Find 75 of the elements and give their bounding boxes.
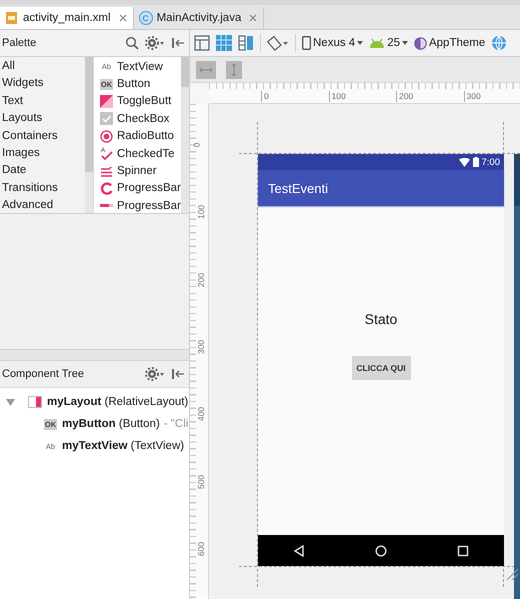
home-icon[interactable] [375,544,387,556]
split-view-icon[interactable] [238,35,254,51]
ruler-label: 200 [396,91,414,102]
battery-icon [472,157,478,167]
tree-item[interactable]: myLayout (RelativeLayout) [0,391,189,413]
ruler-label: 500 [196,474,206,489]
palette-category[interactable]: Transitions [0,180,85,198]
palette-category[interactable]: Widgets [0,75,85,93]
design-view-icon[interactable] [194,35,210,51]
scrollbar-thumb[interactable] [85,57,93,172]
ruler-label: 300 [196,340,206,354]
palette-item[interactable]: ToggleButt [94,92,181,110]
palette-category[interactable]: Text [0,92,85,110]
device-menu[interactable]: Nexus 4 [302,36,364,50]
pin-icon[interactable] [171,367,185,381]
theme-menu[interactable]: AppTheme [414,36,486,50]
phone-icon [302,36,311,50]
close-icon[interactable] [249,14,258,22]
palette-category[interactable]: Advanced [0,197,85,215]
resize-handle-icon[interactable] [505,567,519,581]
palette-item[interactable]: CheckBox [94,110,181,128]
palette-item[interactable]: CheckedTe [94,144,181,162]
editor-tab[interactable]: C MainActivity.java [134,7,264,29]
palette-item[interactable]: ProgressBar [94,180,181,198]
ruler-label: 0 [261,91,269,102]
toggle-icon [100,94,113,108]
spinner-icon [100,164,113,178]
ruler-label: 600 [196,542,206,556]
palette-category[interactable]: Date [0,162,85,180]
status-text: Stato [364,311,398,327]
panel-title: Palette [2,37,38,49]
back-icon[interactable] [293,544,305,556]
ruler-label: 400 [196,407,206,422]
palette-item[interactable]: Spinner [94,162,181,180]
settings-icon[interactable] [145,367,165,381]
ruler-label: 0 [191,142,202,148]
app-title: TestEventi [268,180,328,196]
ruler-label: 100 [328,91,346,102]
ruler-label: 200 [196,272,206,287]
class-icon: C [138,11,153,25]
android-icon [369,38,386,48]
api-level-menu[interactable]: 25 [369,37,408,49]
radio-icon [100,130,113,143]
palette-category[interactable]: Layouts [0,110,85,128]
layout-icon [28,396,42,408]
splitter-handle[interactable] [0,349,189,361]
expanded-arrow-icon[interactable] [6,398,15,406]
pin-icon[interactable] [171,36,185,50]
panel-title: Component Tree [2,368,85,380]
palette-category[interactable]: Containers [0,128,85,145]
scrollbar-thumb[interactable] [181,57,189,87]
checkbox-icon [100,112,113,126]
caret-icon [402,41,408,45]
globe-icon[interactable] [491,35,508,51]
vertical-resize-icon[interactable] [226,60,242,78]
ruler-label: 100 [196,205,206,220]
click-button[interactable]: CLICCA QUI [352,356,410,380]
theme-icon [414,36,427,50]
editor-tab[interactable]: activity_main.xml [0,7,134,29]
palette-category[interactable]: Images [0,144,85,162]
search-icon[interactable] [125,36,139,50]
checked-text-icon [100,147,113,160]
close-icon[interactable] [118,14,127,22]
ruler-label: 300 [464,91,481,102]
caret-icon [357,41,364,45]
palette-category[interactable]: All [0,58,85,76]
palette-item[interactable]: RadioButto [94,128,181,145]
wifi-icon [458,158,470,166]
rotate-icon[interactable] [267,35,289,51]
settings-icon[interactable] [145,36,165,50]
horizontal-resize-icon[interactable] [196,60,216,78]
file-icon [5,11,19,25]
recents-icon[interactable] [457,544,469,556]
palette-item[interactable]: ProgressBar [94,197,181,213]
clock-text: 7:00 [482,156,500,168]
